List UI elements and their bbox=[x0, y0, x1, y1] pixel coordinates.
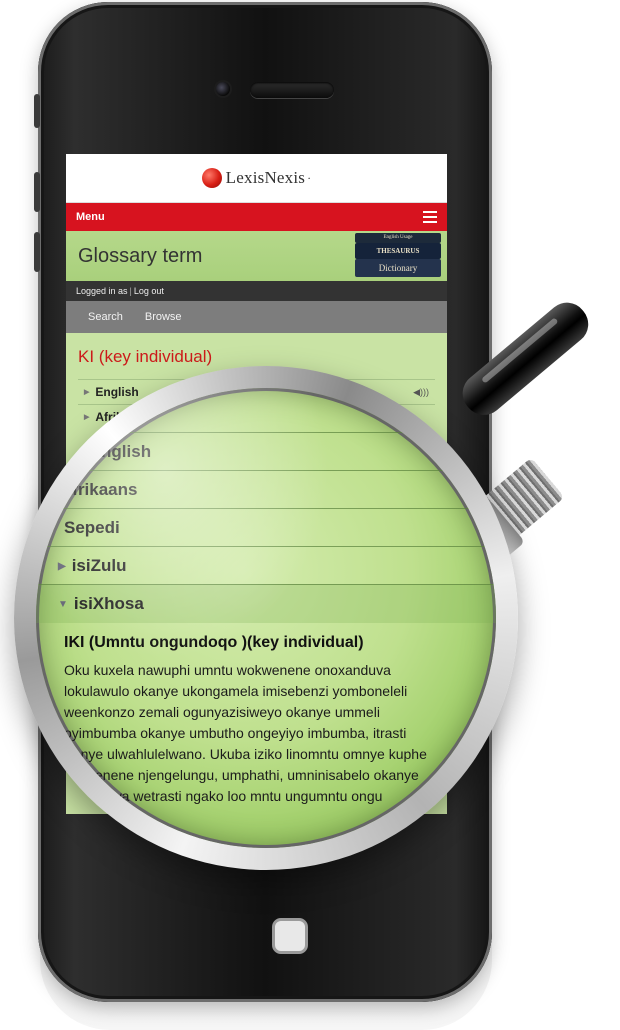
page-title: Glossary term bbox=[78, 244, 203, 267]
magnified-row-label: isiZulu bbox=[71, 556, 127, 575]
definition-line: athiswa wetrasti ngako loo mntu ungumntu… bbox=[82, 788, 383, 804]
login-separator: | bbox=[129, 286, 132, 296]
definition-title: IKI (Umntu ongundoqo )(key individual) bbox=[64, 634, 364, 651]
magnified-row-label: isiXhosa bbox=[73, 594, 144, 613]
hamburger-menu-icon[interactable] bbox=[423, 211, 437, 223]
expand-arrow-icon: ▶ bbox=[58, 560, 66, 572]
logged-in-text: Logged in as bbox=[76, 286, 128, 296]
title-bar: Glossary term English Usage THESAURUS Di… bbox=[66, 231, 447, 281]
magnified-row-label: English bbox=[89, 442, 152, 461]
volume-up-button bbox=[34, 172, 40, 212]
book-english-usage: English Usage bbox=[355, 233, 441, 243]
mute-switch bbox=[34, 94, 40, 128]
definition-line: lokulawulo okanye ukongamela imisebenzi … bbox=[64, 683, 408, 699]
magnified-row-english[interactable]: ▶ English bbox=[36, 432, 496, 471]
book-thesaurus: THESAURUS bbox=[355, 243, 441, 259]
home-button[interactable] bbox=[272, 918, 308, 954]
magnified-row-sepedi[interactable]: Sepedi bbox=[36, 508, 496, 547]
earpiece-speaker bbox=[250, 82, 334, 98]
definition-line: Oku kuxela nawuphi umntu wokwenene onoxa… bbox=[64, 662, 391, 678]
logout-link[interactable]: Log out bbox=[134, 286, 164, 296]
nav-bar: Search Browse bbox=[66, 301, 447, 333]
tab-browse[interactable]: Browse bbox=[145, 311, 182, 323]
magnifier-lens: ▶ English Afrikaans Sepedi ▶ isiZulu ▼ i… bbox=[36, 388, 496, 848]
volume-down-button bbox=[34, 232, 40, 272]
expand-arrow-icon: ▶ bbox=[76, 446, 84, 458]
definition-line: oyimbumba okanye umbutho ongeyiyo imbumb… bbox=[64, 725, 407, 741]
tab-search[interactable]: Search bbox=[88, 311, 123, 323]
handle-shine bbox=[481, 317, 559, 384]
definition-line: okanye ulwahlulelwano. Ukuba iziko linom… bbox=[58, 746, 427, 762]
magnified-row-afrikaans[interactable]: Afrikaans bbox=[36, 470, 496, 509]
menu-label[interactable]: Menu bbox=[76, 211, 105, 223]
lexisnexis-logo-icon bbox=[201, 168, 222, 188]
header-logo-bar: LexisNexis · bbox=[66, 154, 447, 203]
login-bar: Logged in as | Log out bbox=[66, 281, 447, 301]
definition-line: weenkonzo zemali ogunyazisiweyo okanye u… bbox=[64, 704, 380, 720]
logo-mark: · bbox=[307, 170, 312, 185]
magnified-row-label: Sepedi bbox=[64, 518, 120, 537]
magnified-row-isizulu[interactable]: ▶ isiZulu bbox=[36, 546, 496, 585]
logo-text: LexisNexis bbox=[225, 168, 306, 187]
front-camera bbox=[216, 82, 230, 96]
magnified-content: ▶ English Afrikaans Sepedi ▶ isiZulu ▼ i… bbox=[36, 388, 496, 848]
magnified-row-isixhosa[interactable]: ▼ isiXhosa bbox=[36, 584, 496, 623]
definition-line: wokwenene njengelungu, umphathi, umninis… bbox=[60, 767, 419, 783]
collapse-arrow-icon: ▼ bbox=[58, 598, 68, 610]
magnified-row-label: Afrikaans bbox=[60, 480, 138, 499]
book-stack-image: English Usage THESAURUS Dictionary bbox=[355, 233, 441, 279]
menu-bar[interactable]: Menu bbox=[66, 203, 447, 231]
book-dictionary: Dictionary bbox=[355, 259, 441, 277]
